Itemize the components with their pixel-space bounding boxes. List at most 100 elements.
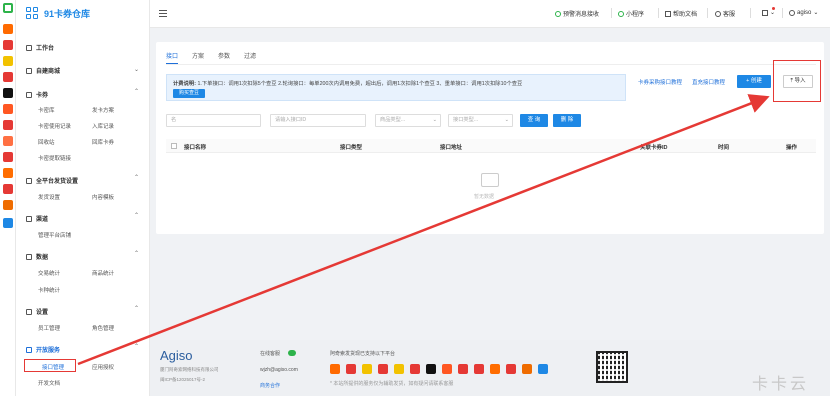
like-icon[interactable] <box>3 152 13 162</box>
sidebar-item-self-mall[interactable]: 自建商城 <box>26 66 60 75</box>
chevron-up-icon[interactable]: ⌃ <box>134 343 139 350</box>
sidebar-section-data[interactable]: 数据 <box>26 252 48 261</box>
create-button[interactable]: + 创建 <box>737 75 771 88</box>
mail-button[interactable]: ⌄ <box>762 9 775 16</box>
douyin-icon <box>426 364 436 374</box>
sidebar-item-staff[interactable]: 员工管理 <box>38 324 60 332</box>
taobao-icon[interactable] <box>3 24 13 34</box>
douyin-icon[interactable] <box>3 88 13 98</box>
taobao-icon <box>330 364 340 374</box>
user-menu[interactable]: agiso ⌄ <box>789 9 818 16</box>
chevron-up-icon[interactable]: ⌃ <box>134 212 139 219</box>
empty-box-icon <box>481 173 499 187</box>
sidebar-section-open-service[interactable]: 开放服务 <box>26 345 60 354</box>
card-api-tutorial-link[interactable]: 卡券采购接口教程 <box>638 78 682 86</box>
name-filter-input[interactable]: 名 <box>166 114 261 127</box>
sidebar-item-manage-stores[interactable]: 管理平台店铺 <box>38 231 71 239</box>
recharge-api-tutorial-link[interactable]: 直充接口教程 <box>692 78 725 86</box>
xiaohongshu-icon[interactable] <box>3 136 13 146</box>
sidebar-item-returned-cards[interactable]: 回库卡券 <box>92 138 114 146</box>
store-icon <box>26 67 32 74</box>
sidebar-item-extract-links[interactable]: 卡密提取链接 <box>38 154 71 162</box>
jd-icon[interactable] <box>3 120 13 130</box>
sidebar-item-product-stats[interactable]: 商品统计 <box>92 269 114 277</box>
settings-icon <box>26 177 32 184</box>
billing-notice: 计费说明: 1.下单接口：调用1次扣除5个查豆 2.轮询接口：每单200次内调用… <box>166 74 626 101</box>
gear-icon <box>26 308 32 315</box>
help-docs-button[interactable]: 帮助文档 <box>665 9 697 18</box>
select-all-checkbox[interactable] <box>171 143 177 149</box>
footer-copyright: 厦门阿奇索网络科技有限公司 <box>160 367 219 372</box>
product-type-select[interactable]: 商品类型... ⌄ <box>375 114 441 127</box>
sidebar-item-inbound-records[interactable]: 入库记录 <box>92 122 114 130</box>
alert-subscribe-button[interactable]: 预警消息接收 <box>555 9 599 18</box>
chevron-up-icon[interactable]: ⌃ <box>134 88 139 95</box>
customer-service-button[interactable]: 客服 <box>715 9 735 18</box>
brand[interactable]: 91卡券仓库 <box>26 5 90 21</box>
sidebar-section-card[interactable]: 卡券 <box>26 90 48 99</box>
sidebar-item-issue-plan[interactable]: 发卡方案 <box>92 106 114 114</box>
platforms-note: * 本站所提供的服务仅为辅助发货，如有疑问请联系客服 <box>330 381 454 387</box>
notice-text: 1.下单接口：调用1次扣除5个查豆 2.轮询接口：每单200次内调用免费，超出后… <box>197 81 523 87</box>
footer-icp[interactable]: 闽ICP备12025017号-2 <box>160 377 205 383</box>
api-type-select[interactable]: 接口类型... ⌄ <box>448 114 513 127</box>
sidebar-item-workbench[interactable]: 工作台 <box>26 43 54 52</box>
sidebar-item-content-template[interactable]: 内容模板 <box>92 193 114 201</box>
sidebar-item-usage-records[interactable]: 卡密使用记录 <box>38 122 71 130</box>
buy-credits-button[interactable]: 购买查豆 <box>173 89 206 98</box>
shop-icon <box>490 364 500 374</box>
tab-params[interactable]: 参数 <box>218 51 230 64</box>
tab-filter[interactable]: 过滤 <box>244 51 256 64</box>
app-title: 91卡券仓库 <box>44 8 91 19</box>
sidebar-section-settings[interactable]: 设置 <box>26 307 48 316</box>
highlight-import-button <box>773 60 821 102</box>
gift-icon <box>522 364 532 374</box>
divider <box>782 8 783 18</box>
mail-icon <box>762 9 768 16</box>
divider <box>707 8 708 18</box>
meituan-icon <box>394 364 404 374</box>
menu-toggle-icon[interactable] <box>159 10 167 17</box>
jd-icon <box>410 364 420 374</box>
sidebar-item-trade-stats[interactable]: 交易统计 <box>38 269 60 277</box>
delete-button[interactable]: 删 除 <box>553 114 581 127</box>
sidebar-item-card-library[interactable]: 卡密库 <box>38 106 55 114</box>
query-button[interactable]: 查 询 <box>520 114 548 127</box>
xianyu-icon[interactable] <box>3 56 13 66</box>
sidebar-section-channel[interactable]: 渠道 <box>26 214 48 223</box>
chevron-up-icon[interactable]: ⌃ <box>134 174 139 181</box>
tab-interface[interactable]: 接口 <box>166 51 179 64</box>
wechat-shop-icon[interactable] <box>3 184 13 194</box>
sidebar-item-recycle-bin[interactable]: 回收站 <box>38 138 55 146</box>
divider <box>166 64 816 65</box>
tab-plan[interactable]: 方案 <box>192 51 204 64</box>
notification-badge <box>772 7 775 10</box>
tmall-icon <box>346 364 356 374</box>
kuaishou-icon[interactable] <box>3 104 13 114</box>
gift-icon[interactable] <box>3 200 13 210</box>
pie-chart-icon <box>26 253 32 260</box>
qr-code <box>596 351 628 383</box>
business-link[interactable]: 商务合作 <box>260 382 280 389</box>
sidebar-section-all-platform[interactable]: 全平台发货设置 <box>26 176 78 185</box>
api-id-filter-input[interactable]: 请输入接口ID <box>270 114 366 127</box>
grid-logo-icon <box>3 3 13 13</box>
sidebar-item-shipping-settings[interactable]: 发货设置 <box>38 193 60 201</box>
sidebar-item-dev-docs[interactable]: 开发文档 <box>38 379 60 387</box>
bell-icon <box>555 10 561 17</box>
link-icon <box>26 346 32 353</box>
sidebar-item-roles[interactable]: 角色管理 <box>92 324 114 332</box>
sidebar-item-app-auth[interactable]: 应用授权 <box>92 363 114 371</box>
mini-program-button[interactable]: 小程序 <box>618 9 644 18</box>
tmall-icon[interactable] <box>3 40 13 50</box>
chevron-up-icon[interactable]: ⌃ <box>134 305 139 312</box>
pinduoduo-icon[interactable] <box>3 72 13 82</box>
wechat-icon[interactable] <box>288 350 296 356</box>
shop-icon[interactable] <box>3 168 13 178</box>
link-icon[interactable] <box>3 218 13 228</box>
chevron-up-icon[interactable]: ⌃ <box>134 250 139 257</box>
chevron-down-icon[interactable]: ⌄ <box>134 66 139 73</box>
sidebar-item-card-type-stats[interactable]: 卡种统计 <box>38 286 60 294</box>
table-header: 接口名称 接口类型 接口地址 关联卡券ID 时间 操作 <box>166 139 816 153</box>
main-card: 接口 方案 参数 过滤 计费说明: 1.下单接口：调用1次扣除5个查豆 2.轮询… <box>156 42 824 234</box>
